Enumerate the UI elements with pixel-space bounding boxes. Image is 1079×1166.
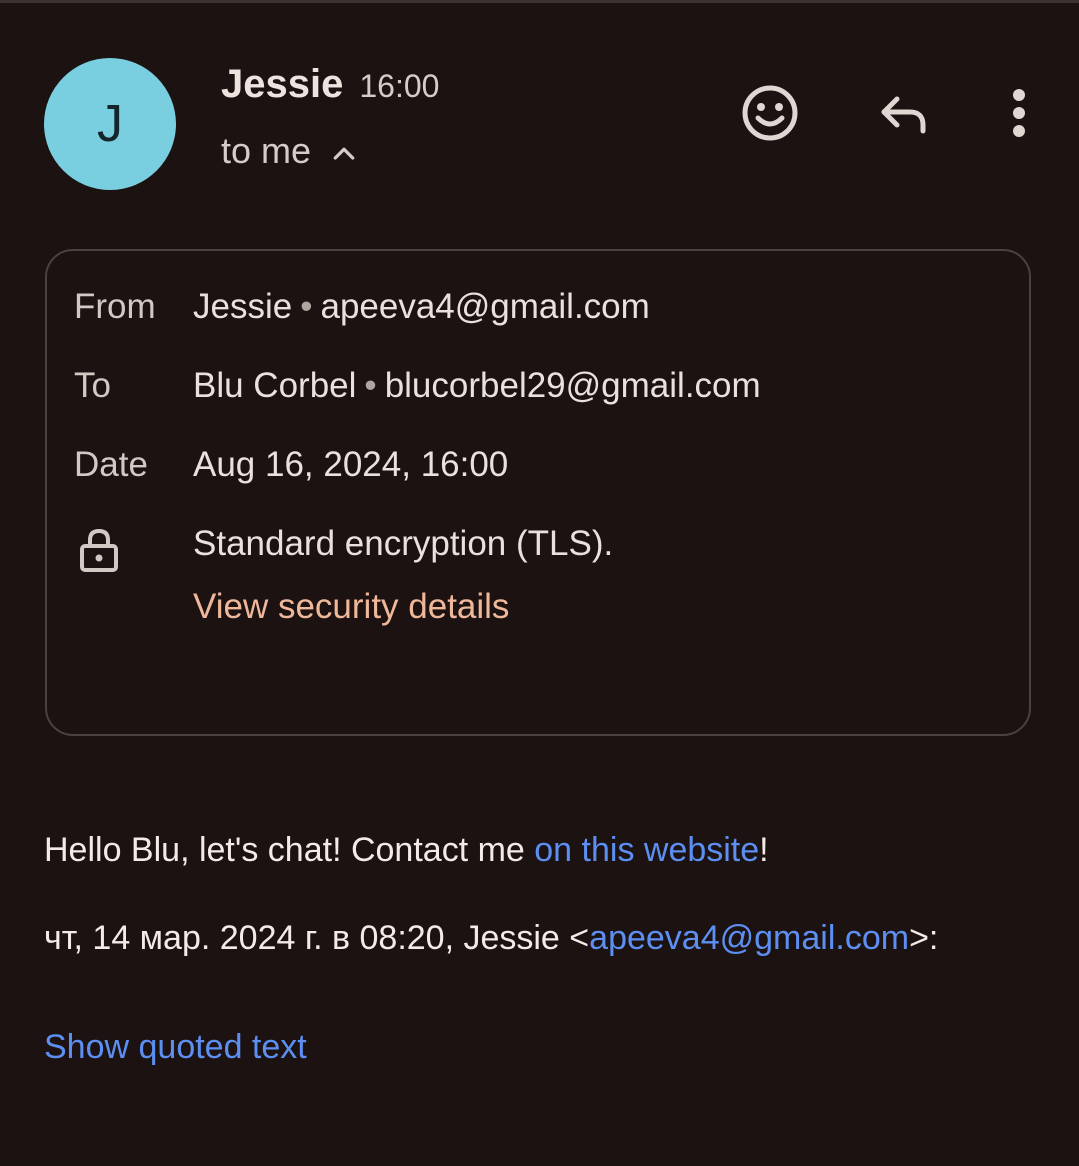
sender-name: Jessie <box>221 62 344 106</box>
to-value: Blu Corbel • blucorbel29@gmail.com <box>193 366 761 406</box>
message-details-card: From Jessie • apeeva4@gmail.com To Blu Cor… <box>45 249 1031 736</box>
from-value: Jessie • apeeva4@gmail.com <box>193 287 650 327</box>
reply-icon <box>881 96 926 134</box>
smiley-icon <box>742 85 798 141</box>
to-label: To <box>74 366 111 405</box>
sender-line: Jessie 16:00 <box>221 62 439 107</box>
quote-prefix: чт, 14 мар. 2024 г. в 08:20, Jessie < <box>44 919 590 957</box>
recipient-details-toggle[interactable]: to me <box>221 130 359 172</box>
message-time: 16:00 <box>359 68 440 104</box>
lock-icon <box>80 528 118 572</box>
from-name: Jessie <box>193 287 293 326</box>
separator-dot: • <box>364 366 377 405</box>
emoji-reaction-button[interactable] <box>735 78 805 148</box>
more-vert-icon <box>1013 89 1025 137</box>
from-email[interactable]: apeeva4@gmail.com <box>320 287 649 326</box>
view-security-details-link[interactable]: View security details <box>193 587 509 627</box>
encryption-text: Standard encryption (TLS). <box>193 524 614 563</box>
quote-suffix: >: <box>909 919 939 957</box>
avatar[interactable]: J <box>44 58 176 190</box>
message-body-line: Hello Blu, let's chat! Contact me on thi… <box>44 831 769 870</box>
greeting-suffix: ! <box>759 831 769 869</box>
website-link[interactable]: on this website <box>534 831 759 869</box>
more-options-button[interactable] <box>984 78 1054 148</box>
date-label: Date <box>74 445 148 484</box>
to-email[interactable]: blucorbel29@gmail.com <box>385 366 761 405</box>
separator-dot: • <box>300 287 313 326</box>
show-quoted-text-link[interactable]: Show quoted text <box>44 1028 307 1067</box>
recipient-label: to me <box>221 130 312 171</box>
to-name: Blu Corbel <box>193 366 357 405</box>
quote-attribution: чт, 14 мар. 2024 г. в 08:20, Jessie <ape… <box>44 919 938 958</box>
date-value: Aug 16, 2024, 16:00 <box>193 445 509 484</box>
quote-email-link[interactable]: apeeva4@gmail.com <box>589 919 909 957</box>
chevron-up-icon <box>333 147 355 160</box>
greeting-text: Hello Blu, let's chat! Contact me <box>44 831 535 869</box>
top-divider <box>0 0 1079 3</box>
reply-button[interactable] <box>868 78 938 148</box>
from-label: From <box>74 287 156 326</box>
